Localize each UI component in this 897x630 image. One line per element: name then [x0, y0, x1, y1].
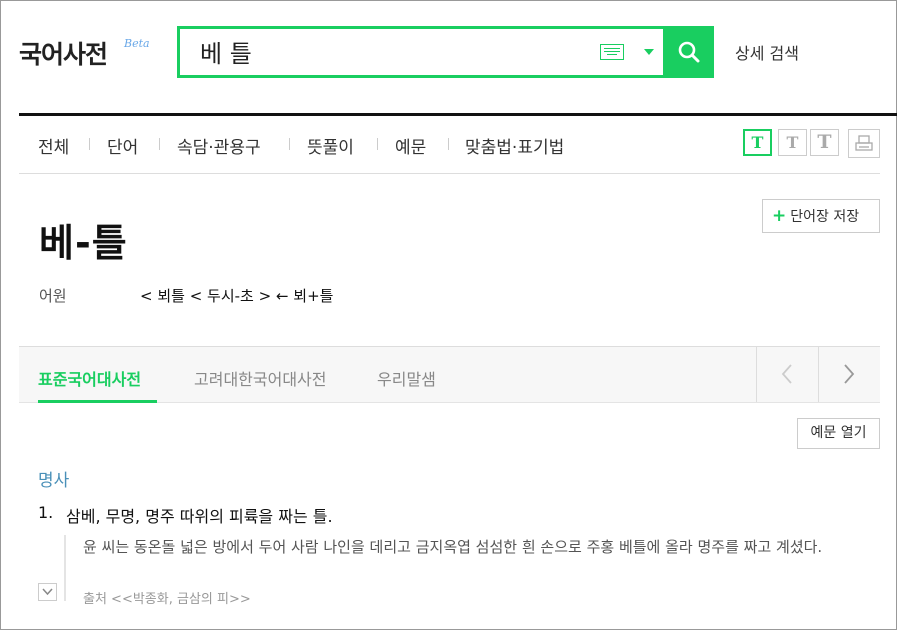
tab-divider: [19, 173, 880, 174]
example-quote-bar: [64, 535, 66, 601]
chevron-down-icon: [42, 588, 53, 596]
search-icon: [678, 41, 700, 63]
header-divider: [19, 113, 897, 116]
tab-spelling[interactable]: 맞춤법·표기법: [465, 133, 564, 158]
tab-separator: [289, 138, 290, 150]
font-size-small-button[interactable]: T: [743, 129, 772, 156]
example-source[interactable]: 출처 <<박종화, 금삼의 피>>: [83, 588, 251, 607]
dictionary-logo[interactable]: 국어사전: [19, 35, 108, 71]
tab-separator: [377, 138, 378, 150]
next-dictionary-button[interactable]: [818, 347, 880, 402]
dictionary-tab-bar: [19, 346, 880, 403]
chevron-right-icon: [844, 364, 855, 384]
tab-separator: [159, 138, 160, 150]
tab-example[interactable]: 예문: [395, 133, 426, 158]
tab-idiom[interactable]: 속담·관용구: [177, 133, 261, 158]
etymology-value: < 뵈틀 < 두시-초 > ← 뵈+틀: [140, 287, 334, 305]
prev-dictionary-button[interactable]: [756, 347, 818, 402]
beta-badge: Beta: [124, 37, 150, 50]
print-icon[interactable]: [848, 129, 880, 158]
advanced-search-link[interactable]: 상세 검색: [735, 40, 799, 64]
part-of-speech: 명사: [38, 471, 70, 491]
save-to-wordbook-button[interactable]: + 단어장 저장: [762, 199, 880, 233]
tab-separator: [89, 138, 90, 150]
dropdown-caret-icon[interactable]: [644, 49, 654, 55]
search-button[interactable]: [663, 26, 714, 78]
example-sentence: 윤 씨는 동온돌 넓은 방에서 두어 사람 나인을 데리고 금지옥엽 섬섬한 흰…: [83, 538, 823, 556]
tab-all[interactable]: 전체: [38, 133, 69, 158]
expand-examples-button[interactable]: [38, 583, 57, 601]
tab-korea-univ-dictionary[interactable]: 고려대한국어대사전: [194, 366, 326, 390]
active-tab-indicator: [38, 400, 157, 403]
etymology-label: 어원: [39, 287, 67, 305]
definition-text: 삼베, 무명, 명주 따위의 피륙을 짜는 틀.: [66, 507, 333, 526]
tab-standard-dictionary[interactable]: 표준국어대사전: [38, 366, 141, 390]
open-examples-button[interactable]: 예문 열기: [797, 418, 880, 449]
keyboard-icon[interactable]: [600, 44, 624, 60]
save-label: 단어장 저장: [790, 209, 860, 225]
headword: 베-틀: [39, 221, 128, 265]
plus-icon: +: [772, 206, 787, 226]
tab-urimalsaem[interactable]: 우리말샘: [377, 366, 436, 390]
search-box: [177, 26, 666, 78]
search-input[interactable]: [198, 35, 582, 67]
tab-meaning[interactable]: 뜻풀이: [307, 133, 354, 158]
tab-word[interactable]: 단어: [107, 133, 138, 158]
chevron-left-icon: [781, 364, 792, 384]
font-size-large-button[interactable]: T: [810, 129, 839, 156]
tab-separator: [448, 138, 449, 150]
sense-number: 1.: [38, 503, 54, 522]
font-size-medium-button[interactable]: T: [778, 129, 807, 156]
